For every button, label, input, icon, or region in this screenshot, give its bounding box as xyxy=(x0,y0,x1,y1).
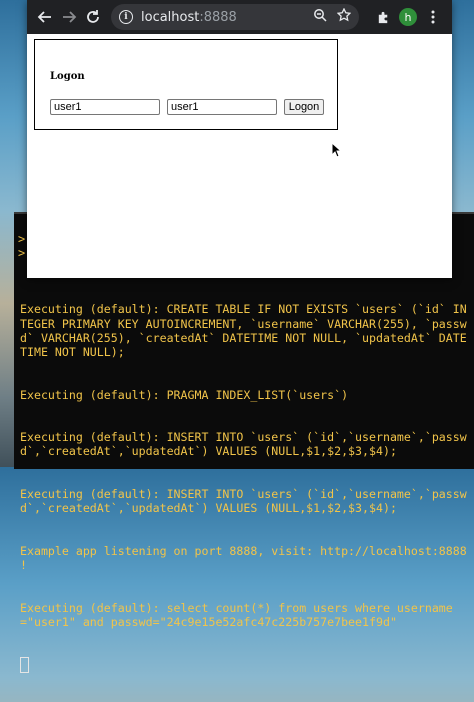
menu-button[interactable] xyxy=(421,5,445,29)
terminal-line: Executing (default): select count(*) fro… xyxy=(20,600,453,629)
more-vert-icon xyxy=(431,10,435,24)
prompt-char: > xyxy=(18,246,26,260)
terminal-cursor xyxy=(20,657,29,674)
url-port: :8888 xyxy=(199,9,237,25)
terminal-output: Executing (default): CREATE TABLE IF NOT… xyxy=(20,274,470,674)
url-host: localhost xyxy=(141,9,200,25)
terminal-line: Executing (default): INSERT INTO `users`… xyxy=(20,487,467,516)
bookmark-star-icon[interactable] xyxy=(337,8,351,22)
terminal-line: Executing (default): PRAGMA INDEX_LIST(`… xyxy=(20,387,349,402)
forward-button[interactable] xyxy=(57,5,81,29)
zoom-icon[interactable] xyxy=(313,8,327,22)
reload-button[interactable] xyxy=(81,5,105,29)
back-arrow-icon xyxy=(37,11,51,23)
terminal-line: Executing (default): INSERT INTO `users`… xyxy=(20,430,467,459)
username-input[interactable] xyxy=(50,99,160,115)
page-content: Logon Logon xyxy=(27,34,452,278)
site-info-icon[interactable]: i xyxy=(119,10,133,24)
puzzle-icon xyxy=(378,11,387,23)
terminal-line: Example app listening on port 8888, visi… xyxy=(20,543,474,573)
logon-form: Logon Logon xyxy=(34,39,338,130)
mouse-pointer-icon xyxy=(331,142,343,158)
extensions-button[interactable] xyxy=(371,5,395,29)
forward-arrow-icon xyxy=(63,11,77,23)
reload-icon xyxy=(87,10,99,23)
prompt-char: > xyxy=(18,232,26,246)
password-input[interactable] xyxy=(167,99,277,115)
browser-window: i localhost:8888 h Logon Logon xyxy=(27,0,452,278)
terminal-line: Executing (default): CREATE TABLE IF NOT… xyxy=(20,302,467,360)
page-title: Logon xyxy=(50,71,85,82)
address-bar[interactable]: i localhost:8888 xyxy=(111,4,359,30)
back-button[interactable] xyxy=(33,5,57,29)
logon-button[interactable]: Logon xyxy=(284,99,324,115)
profile-avatar[interactable]: h xyxy=(399,8,417,26)
browser-toolbar: i localhost:8888 h xyxy=(27,0,452,34)
terminal-prompt: > > xyxy=(18,232,25,260)
